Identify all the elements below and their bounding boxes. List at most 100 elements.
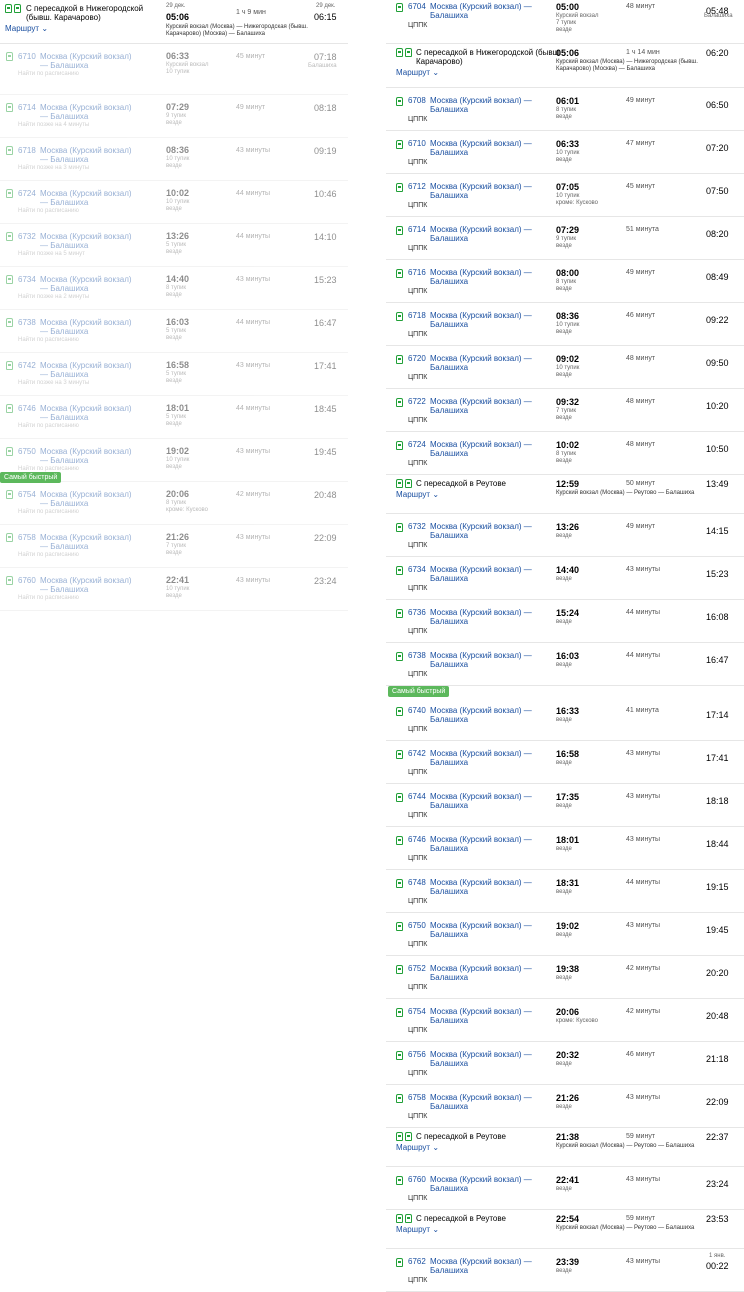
route-toggle[interactable]: Маршрут ⌄ xyxy=(396,1225,439,1234)
train-number[interactable]: 6760 xyxy=(408,1175,426,1184)
train-number[interactable]: 6714 xyxy=(18,103,36,112)
train-route-title[interactable]: Москва (Курский вокзал) — Балашиха xyxy=(430,440,540,458)
train-number[interactable]: 6738 xyxy=(408,651,426,660)
train-route-title[interactable]: Москва (Курский вокзал) — Балашиха xyxy=(430,354,540,372)
train-trip-row[interactable]: 6754 Москва (Курский вокзал) — Балашиха На… xyxy=(0,482,348,525)
train-trip-row[interactable]: 6758 Москва (Курский вокзал) — Балашиха ЦП… xyxy=(386,1085,744,1128)
train-number[interactable]: 6736 xyxy=(408,608,426,617)
train-trip-row[interactable]: 6738 Москва (Курский вокзал) — Балашиха ЦП… xyxy=(386,643,744,686)
train-number[interactable]: 6754 xyxy=(408,1007,426,1016)
train-trip-row[interactable]: 6710 Москва (Курский вокзал) — Балашиха На… xyxy=(0,44,348,95)
train-route-title[interactable]: Москва (Курский вокзал) — Балашиха xyxy=(430,1007,540,1025)
train-route-title[interactable]: Москва (Курский вокзал) — Балашиха xyxy=(40,232,140,250)
train-route-title[interactable]: Москва (Курский вокзал) — Балашиха xyxy=(430,397,540,415)
transfer-trip-row[interactable]: С пересадкой в Реутове Маршрут ⌄ 21:38 Курс… xyxy=(386,1128,744,1167)
train-number[interactable]: 6720 xyxy=(408,354,426,363)
train-trip-row[interactable]: 6724 Москва (Курский вокзал) — Балашиха ЦП… xyxy=(386,432,744,475)
train-number[interactable]: 6758 xyxy=(408,1093,426,1102)
train-trip-row[interactable]: 6756 Москва (Курский вокзал) — Балашиха ЦП… xyxy=(386,1042,744,1085)
train-number[interactable]: 6722 xyxy=(408,397,426,406)
train-trip-row[interactable]: 6732 Москва (Курский вокзал) — Балашиха На… xyxy=(0,224,348,267)
train-trip-row[interactable]: 6734 Москва (Курский вокзал) — Балашиха ЦП… xyxy=(386,557,744,600)
train-trip-row[interactable]: 6722 Москва (Курский вокзал) — Балашиха ЦП… xyxy=(386,389,744,432)
train-route-title[interactable]: Москва (Курский вокзал) — Балашиха xyxy=(430,878,540,896)
train-number[interactable]: 6746 xyxy=(408,835,426,844)
train-route-title[interactable]: Москва (Курский вокзал) — Балашиха xyxy=(40,361,140,379)
train-route-title[interactable]: Москва (Курский вокзал) — Балашиха xyxy=(40,189,140,207)
train-route-title[interactable]: Москва (Курский вокзал) — Балашиха xyxy=(40,533,140,551)
train-trip-row[interactable]: 6734 Москва (Курский вокзал) — Балашиха На… xyxy=(0,267,348,310)
transfer-trip-row[interactable]: С пересадкой в Нижегородской (бывш. Кара… xyxy=(0,0,348,44)
train-trip-row[interactable]: 6724 Москва (Курский вокзал) — Балашиха На… xyxy=(0,181,348,224)
train-number[interactable]: 6748 xyxy=(408,878,426,887)
train-route-title[interactable]: Москва (Курский вокзал) — Балашиха xyxy=(430,835,540,853)
route-toggle[interactable]: Маршрут ⌄ xyxy=(396,68,439,77)
train-trip-row[interactable]: 6752 Москва (Курский вокзал) — Балашиха ЦП… xyxy=(386,956,744,999)
train-trip-row[interactable]: 6704 Москва (Курский вокзал) — Балашиха ЦП… xyxy=(386,0,744,44)
train-trip-row[interactable]: 6718 Москва (Курский вокзал) — Балашиха ЦП… xyxy=(386,303,744,346)
train-number[interactable]: 6760 xyxy=(18,576,36,585)
train-route-title[interactable]: Москва (Курский вокзал) — Балашиха xyxy=(40,576,140,594)
train-route-title[interactable]: Москва (Курский вокзал) — Балашиха xyxy=(40,146,140,164)
train-trip-row[interactable]: 6732 Москва (Курский вокзал) — Балашиха ЦП… xyxy=(386,514,744,557)
train-number[interactable]: 6744 xyxy=(408,792,426,801)
train-trip-row[interactable]: 6744 Москва (Курский вокзал) — Балашиха ЦП… xyxy=(386,784,744,827)
train-route-title[interactable]: Москва (Курский вокзал) — Балашиха xyxy=(40,318,140,336)
train-number[interactable]: 6762 xyxy=(408,1257,426,1266)
train-route-title[interactable]: Москва (Курский вокзал) — Балашиха xyxy=(40,490,140,508)
train-trip-row[interactable]: 6716 Москва (Курский вокзал) — Балашиха ЦП… xyxy=(386,260,744,303)
train-route-title[interactable]: Москва (Курский вокзал) — Балашиха xyxy=(430,1257,540,1275)
train-number[interactable]: 6756 xyxy=(408,1050,426,1059)
train-route-title[interactable]: Москва (Курский вокзал) — Балашиха xyxy=(430,608,540,626)
train-trip-row[interactable]: 6760 Москва (Курский вокзал) — Балашиха На… xyxy=(0,568,348,611)
train-route-title[interactable]: Москва (Курский вокзал) — Балашиха xyxy=(430,522,540,540)
train-number[interactable]: 6724 xyxy=(408,440,426,449)
train-number[interactable]: 6742 xyxy=(408,749,426,758)
train-route-title[interactable]: Москва (Курский вокзал) — Балашиха xyxy=(40,103,140,121)
train-trip-row[interactable]: 6712 Москва (Курский вокзал) — Балашиха ЦП… xyxy=(386,174,744,217)
train-number[interactable]: 6714 xyxy=(408,225,426,234)
train-trip-row[interactable]: 6760 Москва (Курский вокзал) — Балашиха ЦП… xyxy=(386,1167,744,1210)
train-trip-row[interactable]: 6746 Москва (Курский вокзал) — Балашиха На… xyxy=(0,396,348,439)
train-trip-row[interactable]: 6710 Москва (Курский вокзал) — Балашиха ЦП… xyxy=(386,131,744,174)
train-number[interactable]: 6752 xyxy=(408,964,426,973)
train-route-title[interactable]: Москва (Курский вокзал) — Балашиха xyxy=(430,311,540,329)
train-trip-row[interactable]: 6750 Москва (Курский вокзал) — Балашиха ЦП… xyxy=(386,913,744,956)
train-trip-row[interactable]: 6742 Москва (Курский вокзал) — Балашиха ЦП… xyxy=(386,741,744,784)
train-number[interactable]: 6712 xyxy=(408,182,426,191)
train-trip-row[interactable]: 6718 Москва (Курский вокзал) — Балашиха На… xyxy=(0,138,348,181)
train-route-title[interactable]: Москва (Курский вокзал) — Балашиха xyxy=(40,447,140,465)
transfer-trip-row[interactable]: С пересадкой в Реутове Маршрут ⌄ 22:54 Курс… xyxy=(386,1210,744,1249)
train-trip-row[interactable]: 6762 Москва (Курский вокзал) — Балашиха ЦП… xyxy=(386,1249,744,1292)
train-trip-row[interactable]: 6714 Москва (Курский вокзал) — Балашиха На… xyxy=(0,95,348,138)
train-number[interactable]: 6740 xyxy=(408,706,426,715)
train-trip-row[interactable]: 6742 Москва (Курский вокзал) — Балашиха На… xyxy=(0,353,348,396)
train-route-title[interactable]: Москва (Курский вокзал) — Балашиха xyxy=(40,275,140,293)
train-trip-row[interactable]: 6748 Москва (Курский вокзал) — Балашиха ЦП… xyxy=(386,870,744,913)
train-trip-row[interactable]: 6720 Москва (Курский вокзал) — Балашиха ЦП… xyxy=(386,346,744,389)
train-number[interactable]: 6758 xyxy=(18,533,36,542)
train-route-title[interactable]: Москва (Курский вокзал) — Балашиха xyxy=(40,52,140,70)
train-route-title[interactable]: Москва (Курский вокзал) — Балашиха xyxy=(430,182,540,200)
route-toggle[interactable]: Маршрут ⌄ xyxy=(5,24,48,33)
train-number[interactable]: 6704 xyxy=(408,2,426,11)
train-number[interactable]: 6710 xyxy=(18,52,36,61)
train-route-title[interactable]: Москва (Курский вокзал) — Балашиха xyxy=(430,1093,540,1111)
transfer-trip-row[interactable]: С пересадкой в Нижегородской (бывш. Кара… xyxy=(386,44,744,88)
route-toggle[interactable]: Маршрут ⌄ xyxy=(396,490,439,499)
train-trip-row[interactable]: 6736 Москва (Курский вокзал) — Балашиха ЦП… xyxy=(386,600,744,643)
train-route-title[interactable]: Москва (Курский вокзал) — Балашиха xyxy=(430,749,540,767)
train-number[interactable]: 6708 xyxy=(408,96,426,105)
train-number[interactable]: 6734 xyxy=(18,275,36,284)
train-route-title[interactable]: Москва (Курский вокзал) — Балашиха xyxy=(40,404,140,422)
route-toggle[interactable]: Маршрут ⌄ xyxy=(396,1143,439,1152)
train-number[interactable]: 6724 xyxy=(18,189,36,198)
train-number[interactable]: 6732 xyxy=(18,232,36,241)
train-route-title[interactable]: Москва (Курский вокзал) — Балашиха xyxy=(430,1175,540,1193)
train-trip-row[interactable]: 6738 Москва (Курский вокзал) — Балашиха На… xyxy=(0,310,348,353)
train-route-title[interactable]: Москва (Курский вокзал) — Балашиха xyxy=(430,225,540,243)
train-number[interactable]: 6718 xyxy=(408,311,426,320)
train-number[interactable]: 6746 xyxy=(18,404,36,413)
train-route-title[interactable]: Москва (Курский вокзал) — Балашиха xyxy=(430,792,540,810)
train-route-title[interactable]: Москва (Курский вокзал) — Балашиха xyxy=(430,96,540,114)
